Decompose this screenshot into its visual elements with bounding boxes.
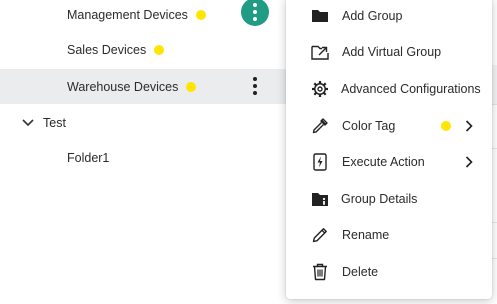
color-swatch xyxy=(441,121,451,131)
color-tag-dot xyxy=(195,9,206,20)
menu-item-label: Color Tag xyxy=(342,119,396,133)
tree-item-label: Test xyxy=(43,115,66,130)
pencil-icon xyxy=(310,225,330,245)
menu-item-execute-action[interactable]: Execute Action xyxy=(286,144,492,180)
menu-item-add-virtual-group[interactable]: Add Virtual Group xyxy=(286,34,492,70)
menu-item-add-group[interactable]: Add Group xyxy=(286,0,492,34)
menu-item-rename[interactable]: Rename xyxy=(286,217,492,253)
menu-item-label: Add Virtual Group xyxy=(342,45,442,59)
tree-item-label: Management Devices xyxy=(67,7,188,22)
folder-link-icon xyxy=(310,42,330,62)
menu-item-label: Delete xyxy=(342,265,379,279)
menu-item-label: Add Group xyxy=(342,9,403,23)
chevron-right-icon xyxy=(464,155,474,169)
color-tag-dot xyxy=(186,81,197,92)
tree-item-management-devices[interactable]: Management Devices xyxy=(0,0,290,32)
trash-icon xyxy=(310,262,330,282)
menu-item-color-tag[interactable]: Color Tag xyxy=(286,108,492,144)
menu-item-label: Execute Action xyxy=(342,155,425,169)
menu-item-label: Group Details xyxy=(341,192,418,206)
lightning-icon xyxy=(310,152,330,172)
folder-icon xyxy=(310,6,330,26)
chevron-down-icon[interactable] xyxy=(22,117,34,129)
tree-item-test[interactable]: Test xyxy=(0,105,290,140)
menu-item-delete[interactable]: Delete xyxy=(286,254,492,290)
more-options-button[interactable] xyxy=(241,0,269,26)
tree-item-warehouse-devices[interactable]: Warehouse Devices xyxy=(0,69,290,104)
tree-item-label: Folder1 xyxy=(67,150,110,165)
menu-item-advanced-configurations[interactable]: Advanced Configurations xyxy=(286,71,492,107)
tree-item-sales-devices[interactable]: Sales Devices xyxy=(0,32,290,67)
more-options-button[interactable] xyxy=(251,75,259,97)
menu-item-label: Advanced Configurations xyxy=(341,82,481,96)
menu-item-group-details[interactable]: Group Details xyxy=(286,181,492,217)
folder-info-icon xyxy=(310,189,330,209)
group-tree: Management Devices Sales Devices Warehou… xyxy=(0,0,290,304)
gear-cog-icon xyxy=(310,79,330,99)
tree-item-label: Warehouse Devices xyxy=(67,79,179,94)
chevron-right-icon xyxy=(464,119,474,133)
eyedropper-icon xyxy=(310,116,330,136)
tree-item-folder1[interactable]: Folder1 xyxy=(0,140,290,175)
menu-item-label: Rename xyxy=(342,228,390,242)
color-tag-dot xyxy=(154,44,165,55)
tree-item-label: Sales Devices xyxy=(67,42,147,57)
context-menu: Add Group Add Virtual Group Advanced Con… xyxy=(286,0,492,299)
